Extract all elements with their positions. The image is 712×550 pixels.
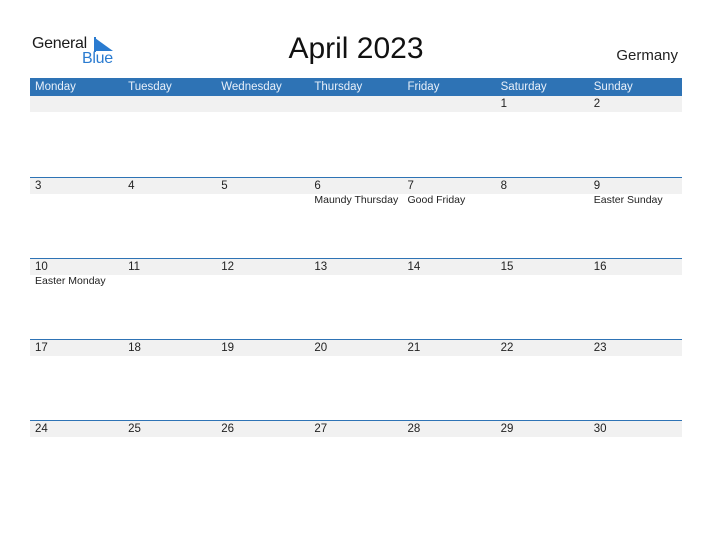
day-cell: 23 [589,340,682,356]
day-number: 3 [35,180,42,192]
calendar-title: April 2023 [288,32,424,65]
day-cell: 26 [216,421,309,437]
weekday-header: Monday Tuesday Wednesday Thursday Friday… [30,78,682,96]
day-cell: 22 [496,340,589,356]
holiday-label: Easter Monday [35,275,106,287]
day-number: 27 [314,423,328,435]
day-cell: 16 [589,259,682,287]
day-number: 20 [314,342,328,354]
day-number: 5 [221,180,228,192]
day-number [314,96,402,112]
day-number: 22 [500,342,514,354]
day-cell: 8 [496,178,589,206]
day-cell [30,96,123,112]
day-cell: 5 [216,178,309,206]
weekday-wednesday: Wednesday [221,81,282,93]
day-cell: 6 Maundy Thursday [309,178,402,206]
day-number: 23 [593,342,607,354]
day-number: 4 [128,180,135,192]
day-number [128,96,216,112]
weekday-sunday: Sunday [593,81,633,93]
day-number: 15 [500,261,514,273]
day-cell: 25 [123,421,216,437]
day-cell: 1 [496,96,589,112]
day-number: 16 [593,261,607,273]
day-cell: 15 [496,259,589,287]
day-number: 1 [500,98,508,110]
day-cell: 10 Easter Monday [30,259,123,287]
week-row: 24 25 26 27 28 29 30 [30,420,682,502]
day-cell: 2 [589,96,682,112]
day-number: 8 [500,180,508,192]
day-cell: 14 [403,259,496,287]
day-cell [403,96,496,112]
day-cell: 28 [403,421,496,437]
day-cell: 7 Good Friday [403,178,496,206]
day-number: 13 [314,261,328,273]
weekday-saturday: Saturday [500,81,547,93]
day-number [35,96,123,112]
day-number: 6 [314,180,321,192]
day-cell: 29 [496,421,589,437]
day-number: 2 [593,98,601,110]
weekday-tuesday: Tuesday [128,81,172,93]
day-number: 26 [221,423,235,435]
day-number [221,96,309,112]
day-cell: 27 [309,421,402,437]
holiday-label: Maundy Thursday [314,194,399,206]
day-cell: 18 [123,340,216,356]
weekday-friday: Friday [407,81,440,93]
day-number: 24 [35,423,48,435]
day-cell: 12 [216,259,309,287]
day-number: 14 [407,261,421,273]
weekday-monday: Monday [35,81,76,93]
day-number: 18 [128,342,141,354]
day-cell: 30 [589,421,682,437]
day-number: 21 [407,342,421,354]
country-label: Germany [616,47,678,64]
day-number: 30 [593,423,607,435]
holiday-label: Good Friday [407,194,466,206]
day-number: 17 [35,342,48,354]
weekday-thursday: Thursday [314,81,363,93]
day-number [408,96,496,112]
day-number: 10 [35,261,48,273]
day-cell: 24 [30,421,123,437]
day-cell [216,96,309,112]
day-cell: 11 [123,259,216,287]
day-cell: 13 [309,259,402,287]
day-cell: 3 [30,178,123,206]
week-row: 12 [30,96,682,177]
day-cell: 19 [216,340,309,356]
day-number: 11 [128,261,141,273]
day-number: 9 [593,180,601,192]
day-number: 19 [221,342,235,354]
week-row: 17 18 19 20 21 22 23 [30,339,682,421]
day-cell [309,96,402,112]
day-cell: 20 [309,340,402,356]
week-row: 3 4 5 6 Maundy Thursday 7 Good Friday 8 9 Easter … [30,177,682,259]
day-cell: 9 Easter Sunday [589,178,682,206]
week-row: 10 Easter Monday 11 12 13 14 15 16 [30,258,682,340]
day-number: 12 [221,261,235,273]
day-number: 29 [500,423,514,435]
day-number: 25 [128,423,141,435]
day-cell: 17 [30,340,123,356]
day-number: 7 [407,180,414,192]
holiday-label: Easter Sunday [593,194,663,206]
day-cell [123,96,216,112]
day-number: 28 [407,423,421,435]
day-cell: 4 [123,178,216,206]
day-cell: 21 [403,340,496,356]
